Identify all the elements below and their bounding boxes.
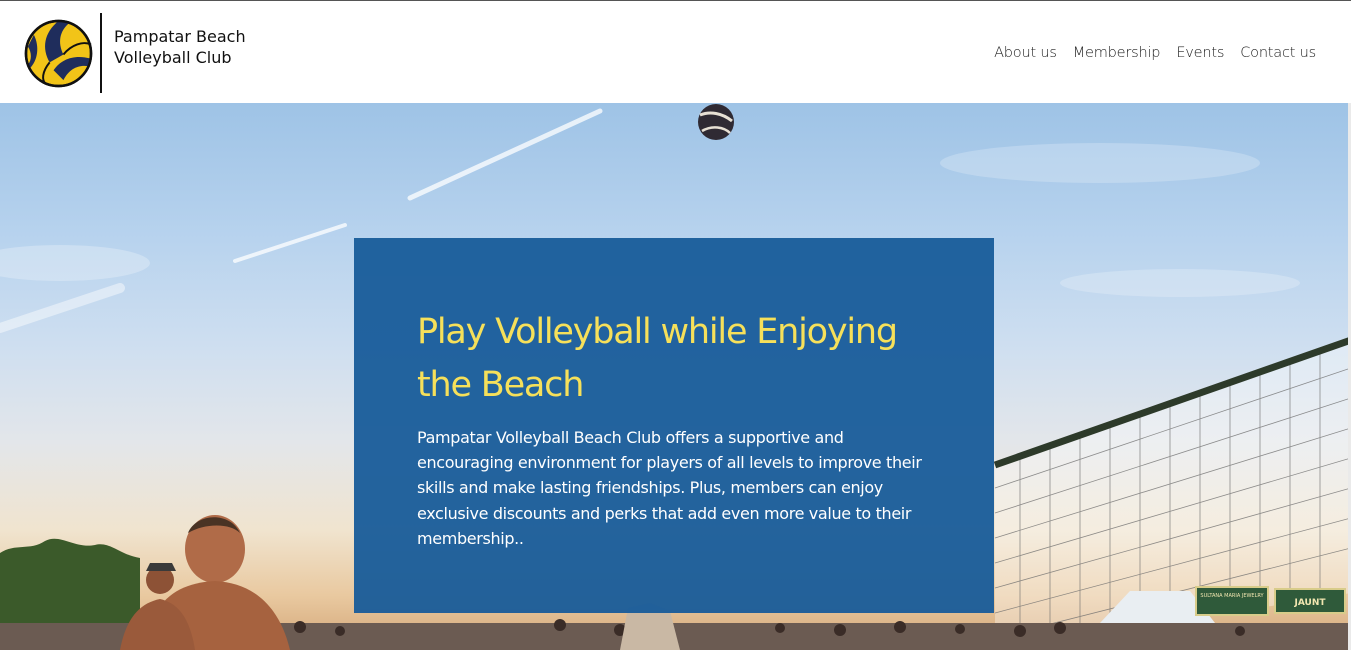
hero-card: Play Volleyball while Enjoying the Beach… bbox=[354, 238, 994, 613]
sign-jaunt-text: JAUNT bbox=[1293, 598, 1326, 608]
brand-name[interactable]: Pampatar Beach Volleyball Club bbox=[114, 27, 274, 68]
nav-contact-us[interactable]: Contact us bbox=[1240, 45, 1316, 61]
volleyball-in-air bbox=[698, 104, 734, 140]
player-silhouette bbox=[120, 515, 290, 650]
volleyball-logo-icon[interactable] bbox=[24, 19, 93, 88]
nav-membership[interactable]: Membership bbox=[1073, 45, 1161, 61]
main-nav: About us Membership Events Contact us bbox=[994, 45, 1316, 61]
sign-sultana bbox=[1195, 586, 1269, 616]
site-header: Pampatar Beach Volleyball Club About us … bbox=[0, 0, 1351, 103]
nav-events[interactable]: Events bbox=[1176, 45, 1224, 61]
sign-sultana-text: SULTANA MARIA JEWELRY bbox=[1200, 593, 1264, 599]
logo-divider bbox=[100, 13, 102, 93]
hero-title: Play Volleyball while Enjoying the Beach bbox=[417, 312, 898, 405]
nav-about-us[interactable]: About us bbox=[994, 45, 1057, 61]
hero-description: Pampatar Volleyball Beach Club offers a … bbox=[417, 428, 922, 548]
